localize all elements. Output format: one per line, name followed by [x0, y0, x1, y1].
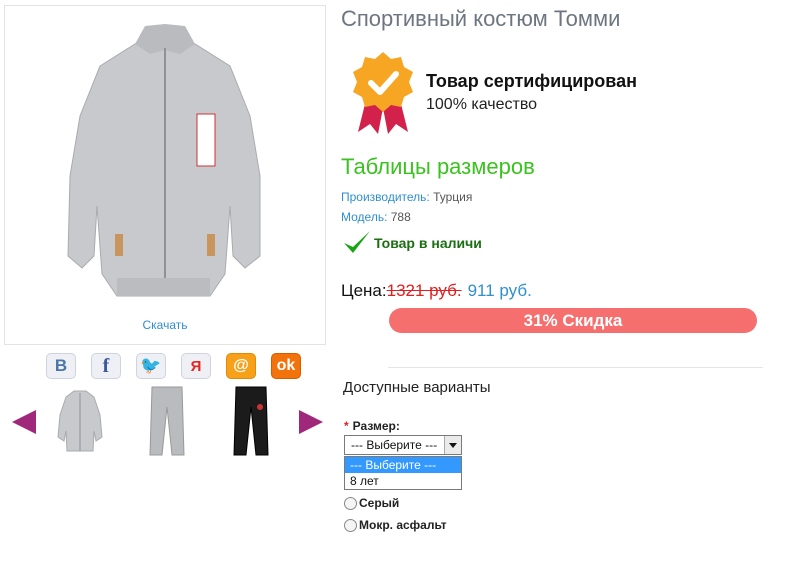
twitter-share-icon[interactable]: 🐦 — [136, 353, 166, 379]
manufacturer-row: Производитель: Турция — [341, 190, 472, 204]
radio-button[interactable] — [344, 518, 357, 532]
next-arrow-icon[interactable] — [299, 410, 323, 434]
size-label-text: Размер: — [352, 419, 400, 433]
manufacturer-value: Турция — [433, 190, 473, 204]
discount-badge: 31% Скидка — [389, 308, 757, 333]
page-title: Спортивный костюм Томми — [341, 6, 621, 31]
model-label: Модель: — [341, 210, 388, 224]
required-mark: * — [344, 419, 349, 433]
vk-share-icon[interactable]: B — [46, 353, 76, 379]
variants-heading: Доступные варианты — [343, 379, 491, 396]
divider — [388, 367, 763, 368]
yandex-share-icon[interactable]: Я — [181, 353, 211, 379]
old-price: 1321 руб. — [386, 281, 462, 300]
stock-status: Товар в наличи — [342, 229, 482, 257]
size-label: * Размер: — [344, 419, 400, 433]
main-product-image-frame[interactable]: Скачать — [4, 5, 326, 345]
size-option[interactable]: --- Выберите --- — [345, 457, 461, 473]
thumbnail-black-pants[interactable] — [226, 385, 276, 457]
size-select-value: --- Выберите --- — [351, 438, 438, 452]
color-option-asphalt[interactable]: Мокр. асфальт — [344, 518, 447, 532]
radio-button[interactable] — [344, 496, 357, 510]
manufacturer-label[interactable]: Производитель: — [341, 190, 430, 204]
certificate-subtitle: 100% качество — [426, 96, 538, 113]
checkmark-icon — [344, 231, 370, 253]
thumbnail-jacket[interactable] — [52, 385, 108, 457]
prev-arrow-icon[interactable] — [12, 410, 36, 434]
model-row: Модель: 788 — [341, 210, 411, 224]
size-option[interactable]: 8 лет — [345, 473, 461, 489]
stock-label: Товар в наличи — [374, 235, 482, 251]
jacket-image — [67, 24, 261, 297]
certificate-title: Товар сертифицирован — [426, 71, 637, 91]
odnoklassniki-share-icon[interactable]: ok — [271, 353, 301, 379]
download-link[interactable]: Скачать — [5, 318, 325, 332]
facebook-share-icon[interactable]: f — [91, 353, 121, 379]
mail-share-icon[interactable]: @ — [226, 353, 256, 379]
model-value: 788 — [390, 210, 411, 224]
price-row: Цена:1321 руб. 911 руб. — [341, 281, 532, 301]
color-option-label: Серый — [359, 496, 400, 510]
price-label: Цена: — [341, 281, 387, 300]
new-price: 911 руб. — [467, 281, 532, 300]
thumbnail-grey-pants[interactable] — [142, 385, 192, 457]
social-share-bar: B f 🐦 Я @ ok — [46, 353, 316, 379]
chevron-down-icon[interactable] — [444, 436, 461, 454]
size-dropdown-list: --- Выберите --- 8 лет — [344, 456, 462, 490]
size-select[interactable]: --- Выберите --- — [344, 435, 462, 455]
color-option-grey[interactable]: Серый — [344, 496, 399, 510]
size-table-link[interactable]: Таблицы размеров — [341, 154, 535, 180]
color-option-label: Мокр. асфальт — [359, 518, 447, 532]
certificate-badge-icon — [353, 52, 413, 134]
